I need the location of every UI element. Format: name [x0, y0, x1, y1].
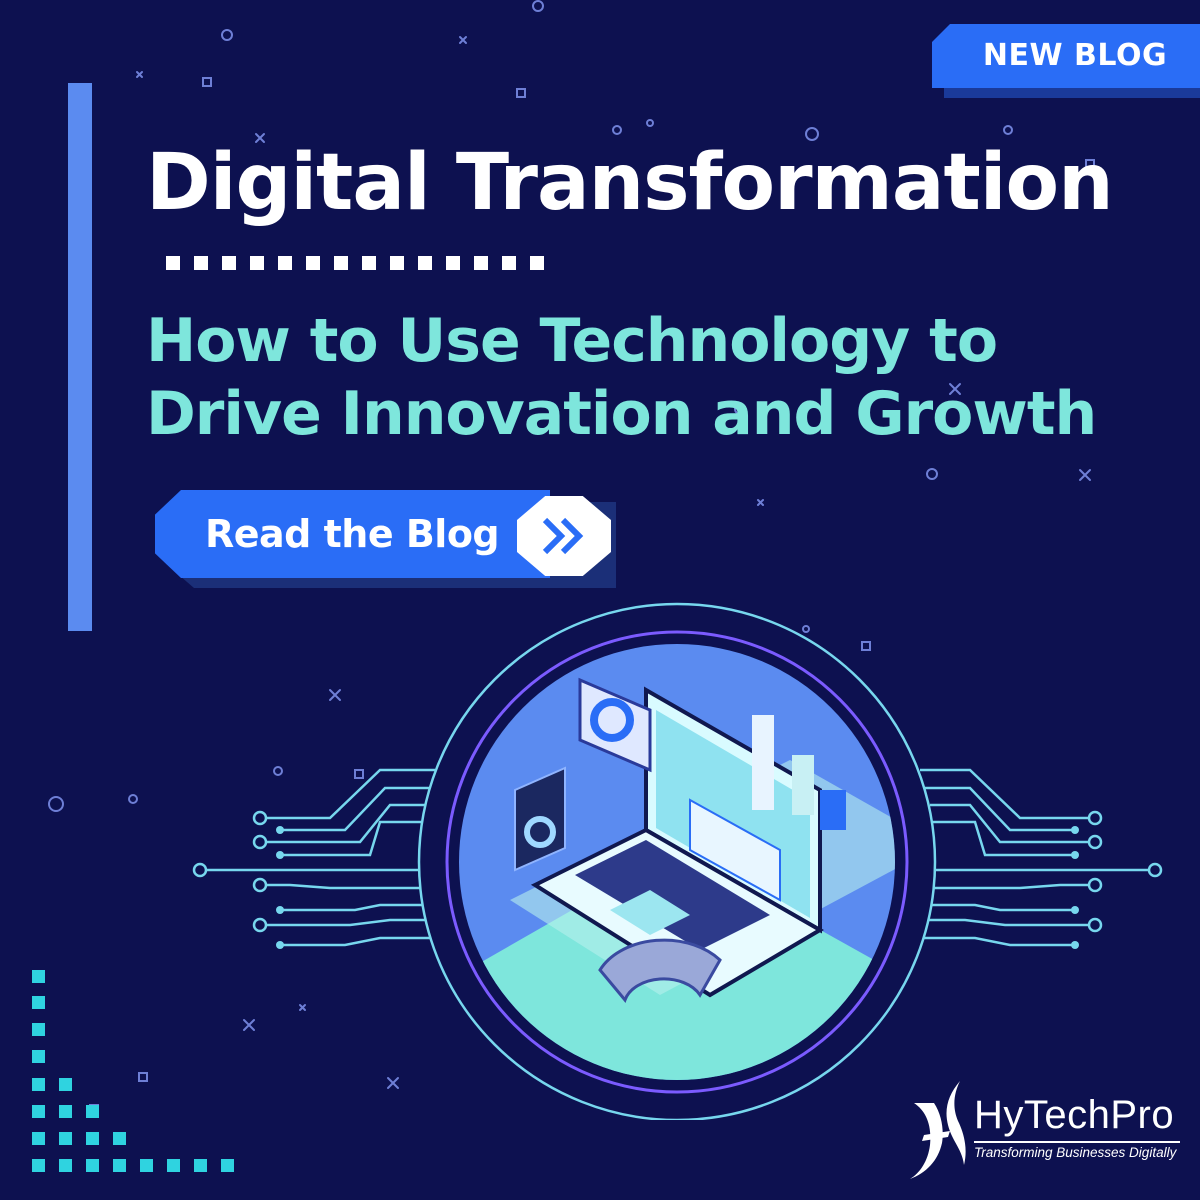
badge-label: NEW BLOG [982, 38, 1168, 73]
tech-illustration [192, 602, 1163, 1120]
subtitle: How to Use Technology to Drive Innovatio… [146, 305, 1146, 451]
blog-banner: NEW BLOG Digital Transformation How to U… [0, 0, 1200, 1200]
brand-logo: HyTechPro Transforming Businesses Digita… [904, 1075, 1184, 1185]
cta-label: Read the Blog [205, 512, 500, 556]
page-title: Digital Transformation [146, 138, 1114, 228]
read-blog-button[interactable]: Read the Blog [155, 490, 611, 578]
dashed-divider [166, 256, 544, 270]
brand-tagline: Transforming Businesses Digitally [974, 1145, 1177, 1160]
accent-bar [68, 83, 92, 631]
brand-divider [974, 1141, 1180, 1143]
logo-mark-icon [910, 1081, 966, 1179]
brand-name: HyTechPro [974, 1093, 1175, 1137]
subtitle-line-1: How to Use Technology to [146, 306, 998, 376]
subtitle-line-2: Drive Innovation and Growth [146, 379, 1097, 449]
